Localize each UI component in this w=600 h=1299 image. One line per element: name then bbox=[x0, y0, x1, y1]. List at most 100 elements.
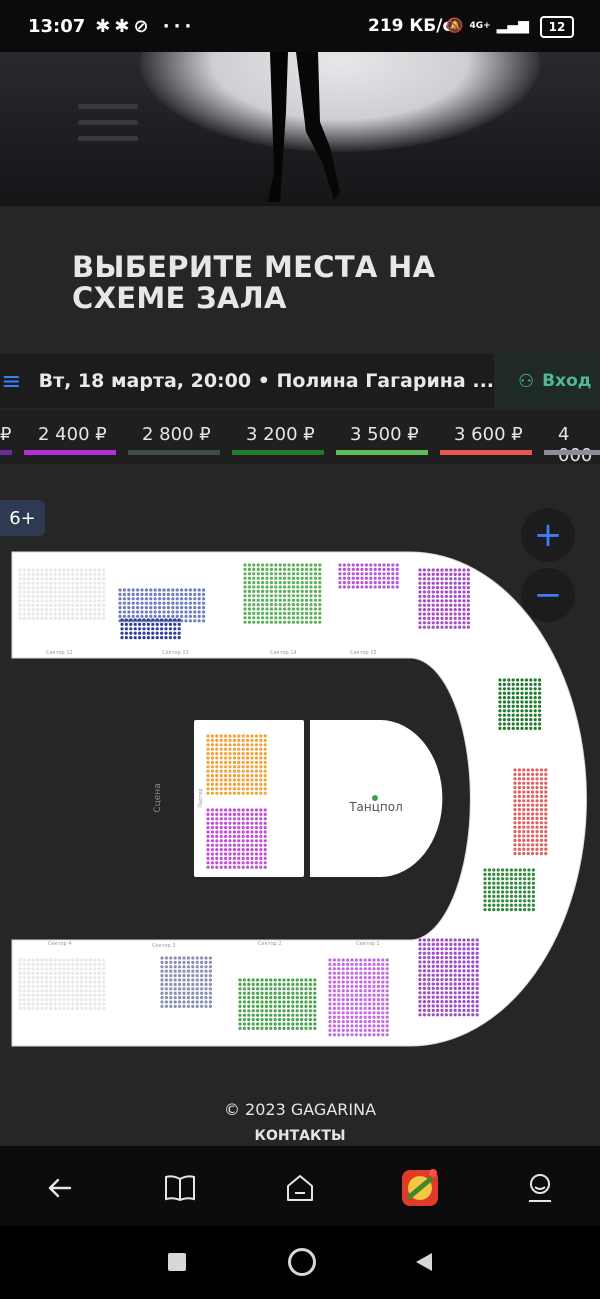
seat[interactable] bbox=[427, 986, 431, 990]
seat[interactable] bbox=[241, 834, 245, 838]
seat[interactable] bbox=[458, 577, 462, 581]
seat[interactable] bbox=[237, 821, 241, 825]
seat[interactable] bbox=[206, 756, 210, 760]
seat[interactable] bbox=[531, 843, 535, 847]
seat[interactable] bbox=[259, 830, 263, 834]
seat[interactable] bbox=[513, 852, 517, 856]
seat[interactable] bbox=[347, 572, 351, 576]
seat[interactable] bbox=[53, 971, 57, 975]
seat[interactable] bbox=[498, 709, 502, 713]
seat[interactable] bbox=[162, 588, 166, 592]
seat[interactable] bbox=[475, 969, 479, 973]
seat[interactable] bbox=[219, 830, 223, 834]
seat[interactable] bbox=[471, 982, 475, 986]
seat[interactable] bbox=[363, 1033, 367, 1037]
seat[interactable] bbox=[186, 987, 190, 991]
seat[interactable] bbox=[291, 1018, 295, 1022]
seat[interactable] bbox=[505, 903, 509, 907]
seat[interactable] bbox=[186, 978, 190, 982]
seat[interactable] bbox=[427, 608, 431, 612]
seat[interactable] bbox=[93, 993, 97, 997]
seat[interactable] bbox=[278, 585, 282, 589]
seat[interactable] bbox=[539, 808, 544, 812]
seat[interactable] bbox=[153, 597, 157, 601]
seat[interactable] bbox=[80, 568, 84, 572]
seat[interactable] bbox=[295, 1000, 299, 1004]
seat[interactable] bbox=[53, 612, 57, 616]
seat[interactable] bbox=[193, 619, 197, 623]
seat[interactable] bbox=[471, 942, 475, 946]
seat[interactable] bbox=[102, 581, 106, 585]
seat[interactable] bbox=[318, 598, 322, 602]
seat[interactable] bbox=[360, 585, 364, 589]
seat[interactable] bbox=[256, 1026, 260, 1030]
seat[interactable] bbox=[254, 852, 258, 856]
seat[interactable] bbox=[44, 586, 49, 590]
seat[interactable] bbox=[422, 964, 426, 968]
seat[interactable] bbox=[313, 603, 317, 607]
seat[interactable] bbox=[436, 616, 440, 620]
seat[interactable] bbox=[71, 616, 75, 620]
seat[interactable] bbox=[200, 987, 204, 991]
seat[interactable] bbox=[263, 852, 267, 856]
seat[interactable] bbox=[436, 599, 440, 603]
seat[interactable] bbox=[300, 1004, 304, 1008]
seat[interactable] bbox=[62, 976, 66, 980]
seat[interactable] bbox=[440, 1004, 444, 1008]
seat[interactable] bbox=[514, 868, 518, 872]
seat[interactable] bbox=[300, 598, 304, 602]
seat[interactable] bbox=[252, 616, 256, 620]
seat[interactable] bbox=[539, 852, 544, 856]
seat[interactable] bbox=[241, 747, 245, 751]
seat[interactable] bbox=[66, 590, 70, 594]
seat[interactable] bbox=[376, 962, 380, 966]
seat[interactable] bbox=[71, 608, 75, 612]
seat[interactable] bbox=[529, 709, 533, 713]
seat[interactable] bbox=[252, 572, 256, 576]
seat[interactable] bbox=[269, 1013, 273, 1017]
seat[interactable] bbox=[368, 1006, 372, 1010]
seat[interactable] bbox=[395, 576, 399, 580]
seat[interactable] bbox=[458, 581, 462, 585]
seat[interactable] bbox=[36, 577, 40, 581]
seat[interactable] bbox=[427, 969, 431, 973]
seat[interactable] bbox=[160, 636, 164, 640]
seat[interactable] bbox=[80, 980, 84, 984]
seat[interactable] bbox=[263, 760, 267, 764]
seat[interactable] bbox=[418, 608, 422, 612]
seat[interactable] bbox=[526, 838, 530, 842]
seat[interactable] bbox=[475, 1004, 479, 1008]
seat[interactable] bbox=[283, 567, 287, 571]
seat[interactable] bbox=[449, 599, 453, 603]
seat[interactable] bbox=[260, 1026, 264, 1030]
seat[interactable] bbox=[332, 993, 336, 997]
seat[interactable] bbox=[308, 1009, 312, 1013]
seat[interactable] bbox=[247, 594, 251, 598]
seat[interactable] bbox=[440, 956, 444, 960]
seat[interactable] bbox=[363, 958, 367, 962]
seat[interactable] bbox=[160, 627, 164, 631]
seat[interactable] bbox=[49, 603, 53, 607]
seat[interactable] bbox=[122, 601, 126, 605]
seat[interactable] bbox=[332, 976, 336, 980]
seat[interactable] bbox=[224, 747, 228, 751]
seat[interactable] bbox=[273, 1018, 277, 1022]
seat[interactable] bbox=[206, 826, 210, 830]
seat[interactable] bbox=[93, 590, 97, 594]
seat[interactable] bbox=[228, 848, 232, 852]
seat[interactable] bbox=[487, 894, 491, 898]
seat[interactable] bbox=[44, 976, 49, 980]
seat[interactable] bbox=[243, 598, 247, 602]
seat[interactable] bbox=[75, 984, 79, 988]
seat[interactable] bbox=[342, 585, 346, 589]
seat[interactable] bbox=[453, 590, 457, 594]
seat[interactable] bbox=[511, 726, 515, 730]
seat[interactable] bbox=[359, 1006, 363, 1010]
seat[interactable] bbox=[341, 958, 345, 962]
seat[interactable] bbox=[169, 996, 173, 1000]
seat[interactable] bbox=[84, 616, 88, 620]
seat[interactable] bbox=[169, 956, 173, 960]
seat[interactable] bbox=[341, 1002, 345, 1006]
seat[interactable] bbox=[538, 696, 542, 700]
seat[interactable] bbox=[44, 594, 49, 598]
